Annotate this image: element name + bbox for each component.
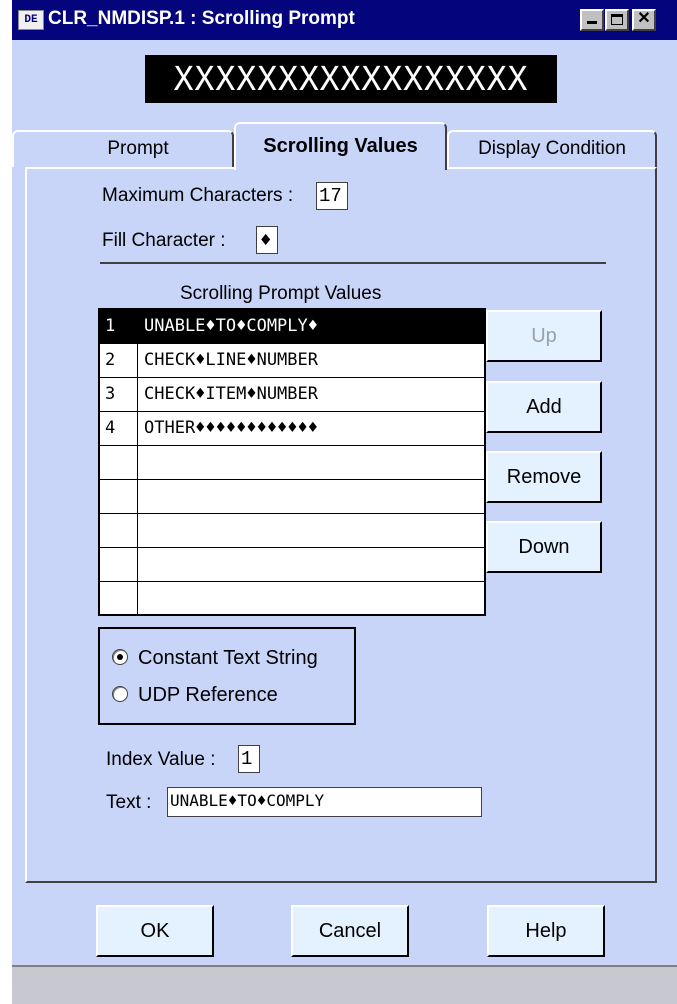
- index-value-input[interactable]: 1: [238, 745, 260, 773]
- list-row[interactable]: [100, 446, 484, 480]
- fill-char-input[interactable]: ♦: [256, 226, 278, 254]
- status-bar: [12, 965, 677, 1004]
- row-number: 3: [100, 378, 138, 411]
- close-icon: ✕: [637, 10, 651, 27]
- separator: [100, 262, 606, 264]
- tab-prompt[interactable]: Prompt: [12, 130, 234, 167]
- list-row[interactable]: 1 UNABLE♦TO♦COMPLY♦: [100, 310, 484, 344]
- minimize-button[interactable]: [580, 9, 604, 31]
- maximize-button[interactable]: [605, 9, 629, 31]
- scrolling-values-list[interactable]: 1 UNABLE♦TO♦COMPLY♦ 2 CHECK♦LINE♦NUMBER …: [98, 308, 486, 616]
- row-number: [100, 548, 138, 581]
- app-icon[interactable]: DE: [18, 10, 44, 30]
- radio-selected-icon[interactable]: [112, 649, 128, 665]
- list-row[interactable]: [100, 582, 484, 616]
- row-number: [100, 514, 138, 547]
- ok-button[interactable]: OK: [96, 905, 214, 957]
- title-bar[interactable]: DE CLR_NMDISP.1 : Scrolling Prompt ✕: [12, 0, 677, 40]
- down-button[interactable]: Down: [486, 521, 602, 573]
- row-number: [100, 582, 138, 615]
- radio-unselected-icon[interactable]: [112, 686, 128, 702]
- list-row[interactable]: 2 CHECK♦LINE♦NUMBER: [100, 344, 484, 378]
- add-button[interactable]: Add: [486, 381, 602, 433]
- list-row[interactable]: [100, 548, 484, 582]
- help-button[interactable]: Help: [487, 905, 605, 957]
- row-value: CHECK♦ITEM♦NUMBER: [144, 384, 318, 404]
- list-header: Scrolling Prompt Values: [180, 283, 382, 304]
- constant-text-label: Constant Text String: [138, 647, 318, 669]
- scrolling-prompt-window: DE CLR_NMDISP.1 : Scrolling Prompt ✕ XXX…: [10, 0, 677, 1004]
- row-value: CHECK♦LINE♦NUMBER: [144, 350, 318, 370]
- up-button[interactable]: Up: [486, 310, 602, 362]
- text-label: Text :: [106, 792, 152, 813]
- udp-reference-label: UDP Reference: [138, 684, 278, 706]
- row-number: 2: [100, 344, 138, 377]
- minimize-icon: [587, 21, 597, 24]
- udp-reference-option[interactable]: UDP Reference: [112, 684, 278, 707]
- source-radio-group: Constant Text String UDP Reference: [98, 627, 356, 725]
- cancel-button[interactable]: Cancel: [291, 905, 409, 957]
- row-number: [100, 480, 138, 513]
- list-row[interactable]: 4 OTHER♦♦♦♦♦♦♦♦♦♦♦♦: [100, 412, 484, 446]
- max-chars-label: Maximum Characters :: [102, 185, 294, 206]
- row-value: OTHER♦♦♦♦♦♦♦♦♦♦♦♦: [144, 418, 318, 438]
- tab-scrolling-values[interactable]: Scrolling Values: [234, 122, 447, 170]
- list-row[interactable]: [100, 480, 484, 514]
- tab-display-condition[interactable]: Display Condition: [447, 130, 657, 167]
- remove-button[interactable]: Remove: [486, 451, 602, 503]
- fill-char-label: Fill Character :: [102, 230, 226, 251]
- row-value: UNABLE♦TO♦COMPLY♦: [144, 316, 318, 336]
- text-input[interactable]: UNABLE♦TO♦COMPLY: [167, 787, 482, 817]
- max-chars-input[interactable]: 17: [316, 182, 348, 210]
- prompt-display-preview: XXXXXXXXXXXXXXXXX: [145, 55, 557, 103]
- row-number: 4: [100, 412, 138, 445]
- row-number: [100, 446, 138, 479]
- constant-text-option[interactable]: Constant Text String: [112, 647, 318, 670]
- close-button[interactable]: ✕: [632, 9, 656, 31]
- window-title: CLR_NMDISP.1 : Scrolling Prompt: [48, 8, 355, 29]
- maximize-icon: [611, 14, 623, 25]
- list-row[interactable]: [100, 514, 484, 548]
- list-row[interactable]: 3 CHECK♦ITEM♦NUMBER: [100, 378, 484, 412]
- index-value-label: Index Value :: [106, 749, 216, 770]
- row-number: 1: [100, 310, 138, 343]
